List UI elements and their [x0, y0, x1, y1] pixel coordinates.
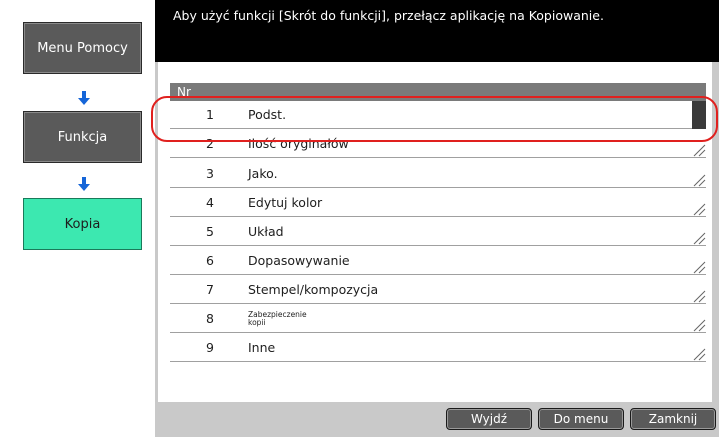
list-item-dopasowywanie[interactable]: 6 Dopasowywanie — [170, 247, 706, 275]
kopia-button[interactable]: Kopia — [23, 198, 142, 250]
item-label: Zabezpieczenie kopii — [248, 310, 307, 327]
item-number: 2 — [206, 136, 214, 151]
funkcja-label: Funkcja — [57, 129, 108, 145]
item-number: 8 — [206, 311, 214, 326]
corner-icon — [693, 144, 706, 157]
list-item-uklad[interactable]: 5 Układ — [170, 218, 706, 246]
item-number: 1 — [206, 107, 214, 122]
message-text: Aby użyć funkcji [Skrót do funkcji], prz… — [173, 8, 604, 23]
scroll-thumb[interactable] — [692, 101, 706, 129]
item-label: Jako. — [248, 166, 278, 181]
item-label: Edytuj kolor — [248, 195, 323, 210]
list-header: Nr — [170, 83, 706, 101]
corner-icon — [693, 290, 706, 303]
corner-icon — [693, 348, 706, 361]
item-number: 4 — [206, 195, 214, 210]
list-item-zabezpieczenie-kopii[interactable]: 8 Zabezpieczenie kopii — [170, 305, 706, 333]
item-number: 5 — [206, 224, 214, 239]
menu-pomocy-label: Menu Pomocy — [37, 40, 128, 56]
exit-label: Wyjdź — [470, 412, 507, 426]
to-menu-label: Do menu — [553, 412, 609, 426]
arrow-down-icon — [74, 88, 94, 108]
close-button[interactable]: Zamknij — [630, 408, 716, 430]
item-number: 6 — [206, 253, 214, 268]
funkcja-button[interactable]: Funkcja — [23, 111, 142, 163]
arrow-down-icon — [74, 174, 94, 194]
kopia-label: Kopia — [64, 216, 101, 232]
list-item-inne[interactable]: 9 Inne — [170, 334, 706, 362]
item-number: 7 — [206, 282, 214, 297]
exit-button[interactable]: Wyjdź — [446, 408, 532, 430]
list-item-edytuj-kolor[interactable]: 4 Edytuj kolor — [170, 189, 706, 217]
message-bar: Aby użyć funkcji [Skrót do funkcji], prz… — [155, 0, 719, 62]
corner-icon — [693, 203, 706, 216]
sidebar: Menu Pomocy Funkcja Kopia — [0, 0, 155, 437]
menu-pomocy-button[interactable]: Menu Pomocy — [23, 22, 142, 74]
corner-icon — [693, 232, 706, 245]
item-number: 9 — [206, 340, 214, 355]
list-item-podst[interactable]: 1 Podst. — [170, 101, 706, 129]
to-menu-button[interactable]: Do menu — [538, 408, 624, 430]
item-number: 3 — [206, 166, 214, 181]
item-label: Podst. — [248, 107, 287, 122]
list-item-ilosc-oryginalow[interactable]: 2 Ilość oryginałów — [170, 130, 706, 158]
item-label: Stempel/kompozycja — [248, 282, 379, 297]
corner-icon — [693, 174, 706, 187]
item-label: Inne — [248, 340, 276, 355]
item-label: Ilość oryginałów — [248, 136, 349, 151]
item-label: Dopasowywanie — [248, 253, 350, 268]
close-label: Zamknij — [648, 412, 698, 426]
corner-icon — [693, 261, 706, 274]
list-item-jako[interactable]: 3 Jako. — [170, 160, 706, 188]
item-label: Układ — [248, 224, 284, 239]
corner-icon — [693, 319, 706, 332]
list-item-stempel-kompozycja[interactable]: 7 Stempel/kompozycja — [170, 276, 706, 304]
